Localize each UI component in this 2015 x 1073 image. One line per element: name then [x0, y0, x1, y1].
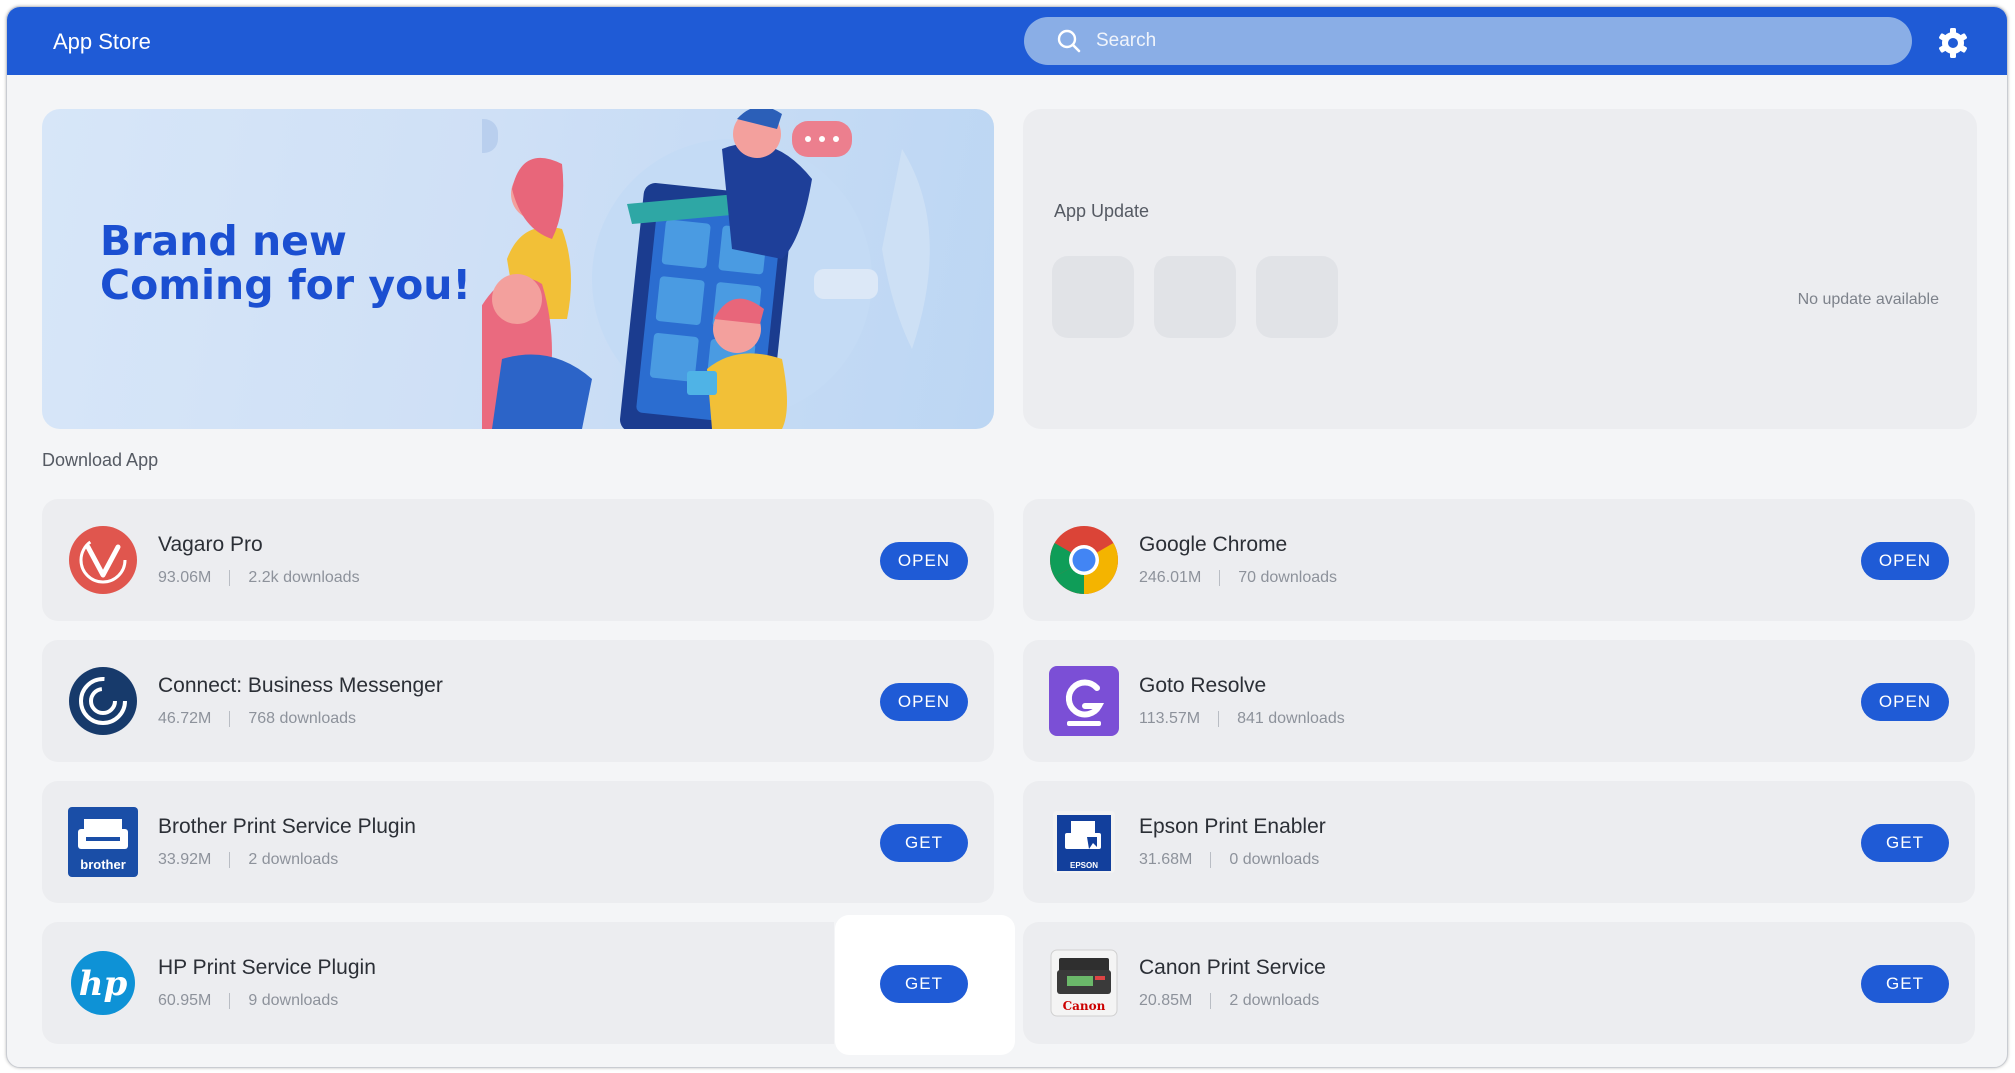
app-downloads: 841 downloads: [1237, 710, 1345, 727]
canon-logo-text: Canon: [1063, 999, 1106, 1013]
download-section-title: Download App: [42, 450, 159, 470]
get-button[interactable]: GET: [1861, 965, 1949, 1003]
canon-icon: Canon: [1050, 949, 1118, 1017]
main-content: Brand new Coming for you! App Update No …: [7, 75, 2007, 1067]
brother-icon: brother: [68, 807, 138, 877]
search-bar[interactable]: [1024, 17, 1912, 65]
app-meta: 60.95M 9 downloads: [158, 992, 338, 1010]
update-placeholder: [1154, 256, 1236, 338]
app-name: HP Print Service Plugin: [158, 956, 376, 979]
app-card-goto-resolve[interactable]: Goto Resolve 113.57M 841 downloads OPEN: [1023, 640, 1975, 762]
app-card-google-chrome[interactable]: Google Chrome 246.01M 70 downloads OPEN: [1023, 499, 1975, 621]
epson-logo-text: EPSON: [1070, 861, 1098, 870]
search-icon: [1057, 29, 1081, 53]
connect-icon: [69, 667, 137, 735]
app-size: 93.06M: [158, 569, 212, 586]
get-button[interactable]: GET: [880, 824, 968, 862]
hp-logo-text: hp: [79, 964, 128, 1004]
chrome-icon: [1050, 526, 1118, 594]
app-name: Brother Print Service Plugin: [158, 815, 416, 838]
app-meta: 46.72M 768 downloads: [158, 710, 356, 728]
divider: [229, 852, 231, 868]
app-meta: 246.01M 70 downloads: [1139, 569, 1337, 587]
app-name: Canon Print Service: [1139, 956, 1326, 979]
search-input[interactable]: [1094, 29, 1878, 53]
app-downloads: 768 downloads: [248, 710, 357, 727]
app-downloads: 70 downloads: [1238, 569, 1338, 586]
card-background: [42, 922, 834, 1044]
app-card-brother-print-service-plugin[interactable]: brother Brother Print Service Plugin 33.…: [42, 781, 994, 903]
open-button[interactable]: OPEN: [1861, 683, 1949, 721]
app-size: 20.85M: [1139, 992, 1193, 1009]
app-card-hp-print-service-plugin[interactable]: hp HP Print Service Plugin 60.95M 9 downl…: [42, 922, 994, 1044]
epson-icon: EPSON: [1053, 811, 1115, 873]
app-meta: 20.85M 2 downloads: [1139, 992, 1319, 1010]
get-button[interactable]: GET: [1861, 824, 1949, 862]
update-placeholder: [1052, 256, 1134, 338]
app-meta: 113.57M 841 downloads: [1139, 710, 1345, 728]
vagaro-icon: [69, 526, 137, 594]
top-bar: App Store: [7, 7, 2007, 75]
app-name: Goto Resolve: [1139, 674, 1267, 697]
banner-illustration: [482, 109, 930, 429]
open-button[interactable]: OPEN: [880, 542, 968, 580]
gear-icon[interactable]: [1937, 27, 1969, 59]
banner-headline: Brand new Coming for you!: [100, 217, 472, 309]
app-store-window: App Store Brand new Coming for you!: [6, 6, 2008, 1068]
app-size: 60.95M: [158, 992, 212, 1009]
app-title: App Store: [53, 29, 151, 54]
divider: [229, 993, 231, 1009]
divider: [1210, 852, 1212, 868]
divider: [229, 711, 231, 727]
app-size: 33.92M: [158, 851, 212, 868]
app-name: Vagaro Pro: [158, 533, 263, 556]
no-update-status: No update available: [1797, 291, 1939, 308]
app-meta: 33.92M 2 downloads: [158, 851, 338, 869]
app-card-canon-print-service[interactable]: Canon Canon Print Service 20.85M 2 downlo…: [1023, 922, 1975, 1044]
app-downloads: 9 downloads: [248, 992, 339, 1009]
app-size: 246.01M: [1139, 569, 1202, 586]
brother-logo-text: brother: [80, 857, 126, 872]
promo-banner[interactable]: Brand new Coming for you!: [42, 109, 994, 429]
hp-icon: hp: [71, 951, 135, 1015]
divider: [1219, 570, 1221, 586]
app-meta: 31.68M 0 downloads: [1139, 851, 1319, 869]
open-button[interactable]: OPEN: [1861, 542, 1949, 580]
app-downloads: 2 downloads: [248, 851, 339, 868]
get-button[interactable]: GET: [880, 965, 968, 1003]
app-name: Google Chrome: [1139, 533, 1288, 556]
divider: [1210, 993, 1212, 1009]
app-downloads: 2.2k downloads: [248, 569, 360, 586]
app-card-connect-business-messenger[interactable]: Connect: Business Messenger 46.72M 768 do…: [42, 640, 994, 762]
divider: [1218, 711, 1220, 727]
app-size: 113.57M: [1139, 710, 1201, 727]
divider: [229, 570, 231, 586]
app-downloads: 0 downloads: [1229, 851, 1320, 868]
app-update-panel: App Update No update available: [1023, 109, 1977, 429]
app-size: 31.68M: [1139, 851, 1193, 868]
update-placeholder: [1256, 256, 1338, 338]
app-card-epson-print-enabler[interactable]: EPSON Epson Print Enabler 31.68M 0 downlo…: [1023, 781, 1975, 903]
app-card-vagaro-pro[interactable]: Vagaro Pro 93.06M 2.2k downloads OPEN: [42, 499, 994, 621]
goto-resolve-icon: [1049, 666, 1119, 736]
open-button[interactable]: OPEN: [880, 683, 968, 721]
app-name: Epson Print Enabler: [1139, 815, 1326, 838]
app-size: 46.72M: [158, 710, 212, 727]
app-update-title: App Update: [1054, 201, 1150, 221]
app-downloads: 2 downloads: [1229, 992, 1320, 1009]
app-meta: 93.06M 2.2k downloads: [158, 569, 360, 587]
app-name: Connect: Business Messenger: [158, 674, 443, 697]
